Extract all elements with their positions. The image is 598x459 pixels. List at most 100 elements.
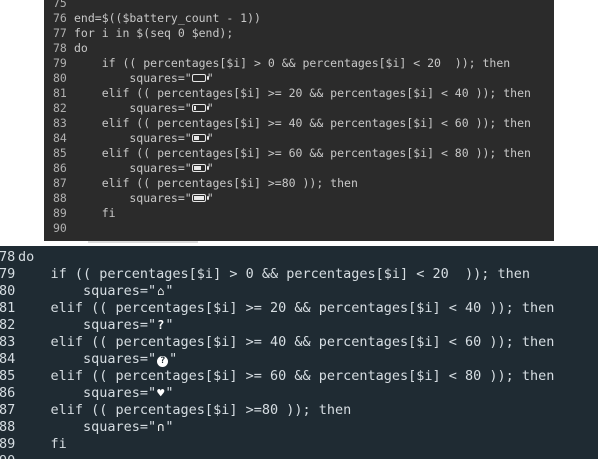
code-text-after: " (169, 351, 178, 367)
code-line: 81 elif (( percentages[$i] >= 20 && perc… (0, 300, 598, 317)
code-editor-panel[interactable]: 75 76 end=$(($battery_count - 1)) 77 for i i… (44, 0, 554, 241)
code-text: elif (( percentages[$i] >= 40 && percent… (18, 334, 555, 350)
line-code: squares=" " (74, 101, 213, 116)
code-line: 88 squares=" " (44, 191, 554, 206)
line-number: 84 (53, 131, 67, 145)
line-code: fi (74, 206, 116, 221)
code-line: 79 if (( percentages[$i] > 0 && percenta… (44, 56, 554, 71)
code-line: 82 squares=" " (44, 101, 554, 116)
code-text: squares=" (18, 419, 157, 435)
code-text: elif (( percentages[$i] >=80 )); then (74, 176, 358, 190)
line-number: 85 (53, 146, 67, 160)
code-text: do (18, 249, 35, 265)
line-number: 79 (53, 56, 67, 70)
code-line: 79 if (( percentages[$i] > 0 && percenta… (0, 266, 598, 283)
line-code: do (74, 41, 88, 56)
line-code: elif (( percentages[$i] >= 60 && percent… (18, 368, 555, 385)
line-number: 82 (53, 101, 67, 115)
line-code: squares=" " (74, 71, 213, 86)
line-code: squares="∩" (18, 419, 174, 436)
battery-half-icon (191, 134, 209, 142)
code-line: 83 elif (( percentages[$i] >= 40 && perc… (0, 334, 598, 351)
code-line: 80 squares="⌂" (0, 283, 598, 300)
code-line: 87 elif (( percentages[$i] >=80 )); then (44, 176, 554, 191)
line-number: 81 (53, 86, 67, 100)
line-number: 76 (53, 11, 67, 25)
code-text: elif (( percentages[$i] >= 60 && percent… (18, 368, 555, 384)
code-text: squares=" (74, 71, 192, 85)
headphones-icon: ∩ (157, 420, 165, 434)
code-text-after: " (165, 283, 174, 299)
line-code: squares="?" (18, 351, 177, 368)
line-number: 87 (53, 176, 67, 190)
code-line: 80 squares=" " (44, 71, 554, 86)
code-text: squares=" (18, 317, 157, 333)
line-number: 88 (53, 191, 67, 205)
code-text: end=$(($battery_count - 1)) (74, 11, 261, 25)
code-line: 89 fi (44, 206, 554, 221)
code-line: 76 end=$(($battery_count - 1)) (44, 11, 554, 26)
code-text: for i in $(seq 0 $end); (74, 26, 234, 40)
line-code: elif (( percentages[$i] >= 20 && percent… (18, 300, 555, 317)
code-line: 75 (44, 0, 554, 11)
line-number: 89 (53, 206, 67, 220)
code-text: squares=" (18, 351, 157, 367)
line-code: squares="?" (18, 317, 174, 334)
code-text: squares=" (74, 101, 192, 115)
battery-empty-icon (191, 74, 209, 82)
code-text-after: " (165, 419, 174, 435)
line-number: 77 (53, 26, 67, 40)
code-line: 77 for i in $(seq 0 $end); (44, 26, 554, 41)
line-number: 90 (0, 453, 21, 459)
code-text: fi (18, 436, 67, 452)
question-mark-icon: ? (157, 318, 165, 332)
code-line: 90 (0, 453, 598, 459)
code-line: 87 elif (( percentages[$i] >=80 )); then (0, 402, 598, 419)
home-icon: ⌂ (157, 284, 165, 298)
terminal-output-panel[interactable]: 78 do 79 if (( percentages[$i] > 0 && perc… (0, 246, 598, 459)
code-line: 78 do (44, 41, 554, 56)
code-text: fi (74, 206, 116, 220)
line-number: 75 (53, 0, 67, 10)
line-number: 80 (53, 71, 67, 85)
line-code: elif (( percentages[$i] >= 60 && percent… (74, 146, 531, 161)
battery-quarter-icon (191, 104, 209, 112)
line-code: squares=" " (74, 161, 213, 176)
code-text: do (74, 41, 88, 55)
code-text: squares=" (74, 191, 192, 205)
code-text: squares=" (74, 131, 192, 145)
line-number: 90 (53, 221, 67, 235)
code-text-after: " (165, 317, 174, 333)
code-line: 88 squares="∩" (0, 419, 598, 436)
line-code: squares=" " (74, 191, 213, 206)
line-code: elif (( percentages[$i] >= 40 && percent… (18, 334, 555, 351)
question-circle-icon: ? (157, 356, 169, 367)
line-code: squares="⌂" (18, 283, 174, 300)
code-text: elif (( percentages[$i] >=80 )); then (18, 402, 352, 418)
code-line: 85 elif (( percentages[$i] >= 60 && perc… (44, 146, 554, 161)
heart-icon: ♥ (157, 386, 165, 400)
line-code: elif (( percentages[$i] >=80 )); then (18, 402, 352, 419)
code-text: elif (( percentages[$i] >= 60 && percent… (74, 146, 531, 160)
code-line: 78 do (0, 249, 598, 266)
code-line: 86 squares=" " (44, 161, 554, 176)
code-line: 86 squares="♥" (0, 385, 598, 402)
code-text: squares=" (18, 283, 157, 299)
line-code: if (( percentages[$i] > 0 && percentages… (74, 56, 511, 71)
code-line: 90 (44, 221, 554, 236)
code-text: elif (( percentages[$i] >= 20 && percent… (74, 86, 531, 100)
code-text: elif (( percentages[$i] >= 20 && percent… (18, 300, 555, 316)
code-line: 85 elif (( percentages[$i] >= 60 && perc… (0, 368, 598, 385)
separator-line (88, 241, 198, 243)
code-line: 81 elif (( percentages[$i] >= 20 && perc… (44, 86, 554, 101)
line-code: end=$(($battery_count - 1)) (74, 11, 261, 26)
line-code: if (( percentages[$i] > 0 && percentages… (18, 266, 531, 283)
line-code: elif (( percentages[$i] >= 40 && percent… (74, 116, 531, 131)
code-text: if (( percentages[$i] > 0 && percentages… (74, 56, 511, 70)
code-line: 89 fi (0, 436, 598, 453)
code-line: 84 squares=" " (44, 131, 554, 146)
line-code: elif (( percentages[$i] >= 20 && percent… (74, 86, 531, 101)
line-code: squares=" " (74, 131, 213, 146)
code-text: elif (( percentages[$i] >= 40 && percent… (74, 116, 531, 130)
code-text-after: " (165, 385, 174, 401)
